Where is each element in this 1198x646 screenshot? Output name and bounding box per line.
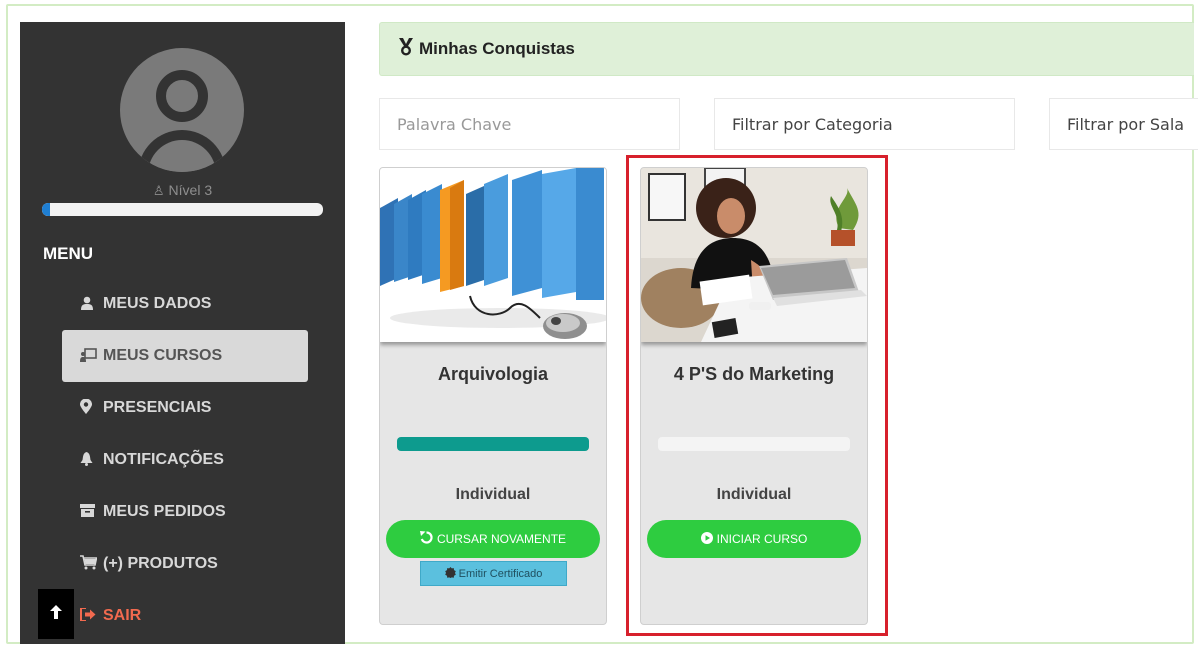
level-person-icon: ♙ bbox=[152, 183, 165, 198]
avatar[interactable] bbox=[120, 48, 244, 172]
action-label: CURSAR NOVAMENTE bbox=[436, 532, 567, 546]
avatar-body-shape bbox=[138, 130, 226, 172]
certificate-label: Emitir Certificado bbox=[458, 567, 543, 580]
course-progress-bar bbox=[658, 437, 850, 451]
sidebar-item-presenciais[interactable]: PRESENCIAIS bbox=[62, 382, 308, 434]
course-card-arquivologia[interactable]: Arquivologia Individual CURSAR NOVAMENTE… bbox=[379, 167, 607, 625]
sidebar-item-notificacoes[interactable]: NOTIFICAÇÕES bbox=[62, 434, 308, 486]
sidebar-item-sair[interactable]: SAIR bbox=[62, 590, 308, 642]
sidebar-item-label: MEUS DADOS bbox=[103, 295, 212, 312]
keyword-placeholder: Palavra Chave bbox=[397, 114, 512, 134]
sidebar-item-meus-pedidos[interactable]: MEUS PEDIDOS bbox=[62, 486, 308, 538]
sign-out-icon bbox=[80, 607, 100, 624]
menu-title: MENU bbox=[43, 244, 94, 263]
sidebar-item-meus-cursos[interactable]: MEUS CURSOS bbox=[62, 330, 308, 382]
sidebar-item-label: (+) PRODUTOS bbox=[103, 555, 218, 572]
course-progress-fill bbox=[397, 437, 589, 451]
archive-icon bbox=[80, 504, 100, 520]
sidebar-item-label: SAIR bbox=[103, 607, 142, 624]
keyword-search-input[interactable]: Palavra Chave bbox=[379, 98, 680, 150]
map-marker-icon bbox=[80, 398, 100, 417]
course-progress-bar bbox=[397, 437, 589, 451]
sidebar-item-label: MEUS CURSOS bbox=[103, 347, 223, 364]
course-title: Arquivologia bbox=[437, 364, 548, 384]
action-label: INICIAR CURSO bbox=[716, 532, 808, 546]
level-label: Nível 3 bbox=[168, 182, 213, 198]
chalkboard-teacher-icon bbox=[80, 347, 100, 365]
course-card-4ps-marketing[interactable]: 4 P'S do Marketing Individual INICIAR CU… bbox=[640, 167, 868, 625]
level-progress-fill bbox=[42, 203, 51, 216]
play-circle-icon bbox=[700, 531, 713, 547]
sidebar-item-label: NOTIFICAÇÕES bbox=[103, 451, 224, 468]
certificate-icon bbox=[444, 566, 456, 581]
room-filter-select[interactable]: Filtrar por Sala bbox=[1049, 98, 1198, 150]
category-filter-select[interactable]: Filtrar por Categoria bbox=[714, 98, 1015, 150]
achievements-header: Minhas Conquistas bbox=[379, 22, 1194, 76]
scroll-to-top-button[interactable] bbox=[38, 589, 74, 639]
course-thumbnail-folders[interactable] bbox=[380, 168, 606, 342]
course-title: 4 P'S do Marketing bbox=[673, 364, 835, 384]
course-type: Individual bbox=[455, 486, 531, 503]
room-filter-label: Filtrar por Sala bbox=[1067, 114, 1185, 134]
sidebar: ♙ Nível 3 MENU MEUS DADOS MEUS CURSOS PRE… bbox=[20, 22, 345, 644]
shopping-cart-icon bbox=[80, 555, 100, 573]
user-icon bbox=[80, 296, 100, 313]
sidebar-item-label: MEUS PEDIDOS bbox=[103, 503, 226, 520]
page-title: Minhas Conquistas bbox=[419, 39, 575, 58]
sidebar-item-produtos[interactable]: (+) PRODUTOS bbox=[62, 538, 308, 590]
course-thumbnail-woman-laptop[interactable] bbox=[641, 168, 867, 342]
bell-icon bbox=[80, 451, 100, 469]
issue-certificate-button[interactable]: Emitir Certificado bbox=[420, 561, 567, 586]
level-progress-bar bbox=[42, 203, 323, 216]
level-indicator: ♙ Nível 3 bbox=[20, 182, 345, 199]
avatar-head-shape bbox=[156, 70, 208, 122]
arrow-up-icon bbox=[50, 604, 62, 624]
medal-icon bbox=[398, 37, 414, 61]
sidebar-item-meus-dados[interactable]: MEUS DADOS bbox=[62, 278, 308, 330]
course-type: Individual bbox=[716, 486, 792, 503]
sidebar-item-label: PRESENCIAIS bbox=[103, 399, 212, 416]
start-course-button[interactable]: INICIAR CURSO bbox=[647, 520, 861, 558]
resume-course-button[interactable]: CURSAR NOVAMENTE bbox=[386, 520, 600, 558]
category-filter-label: Filtrar por Categoria bbox=[732, 114, 893, 134]
undo-icon bbox=[419, 531, 433, 547]
